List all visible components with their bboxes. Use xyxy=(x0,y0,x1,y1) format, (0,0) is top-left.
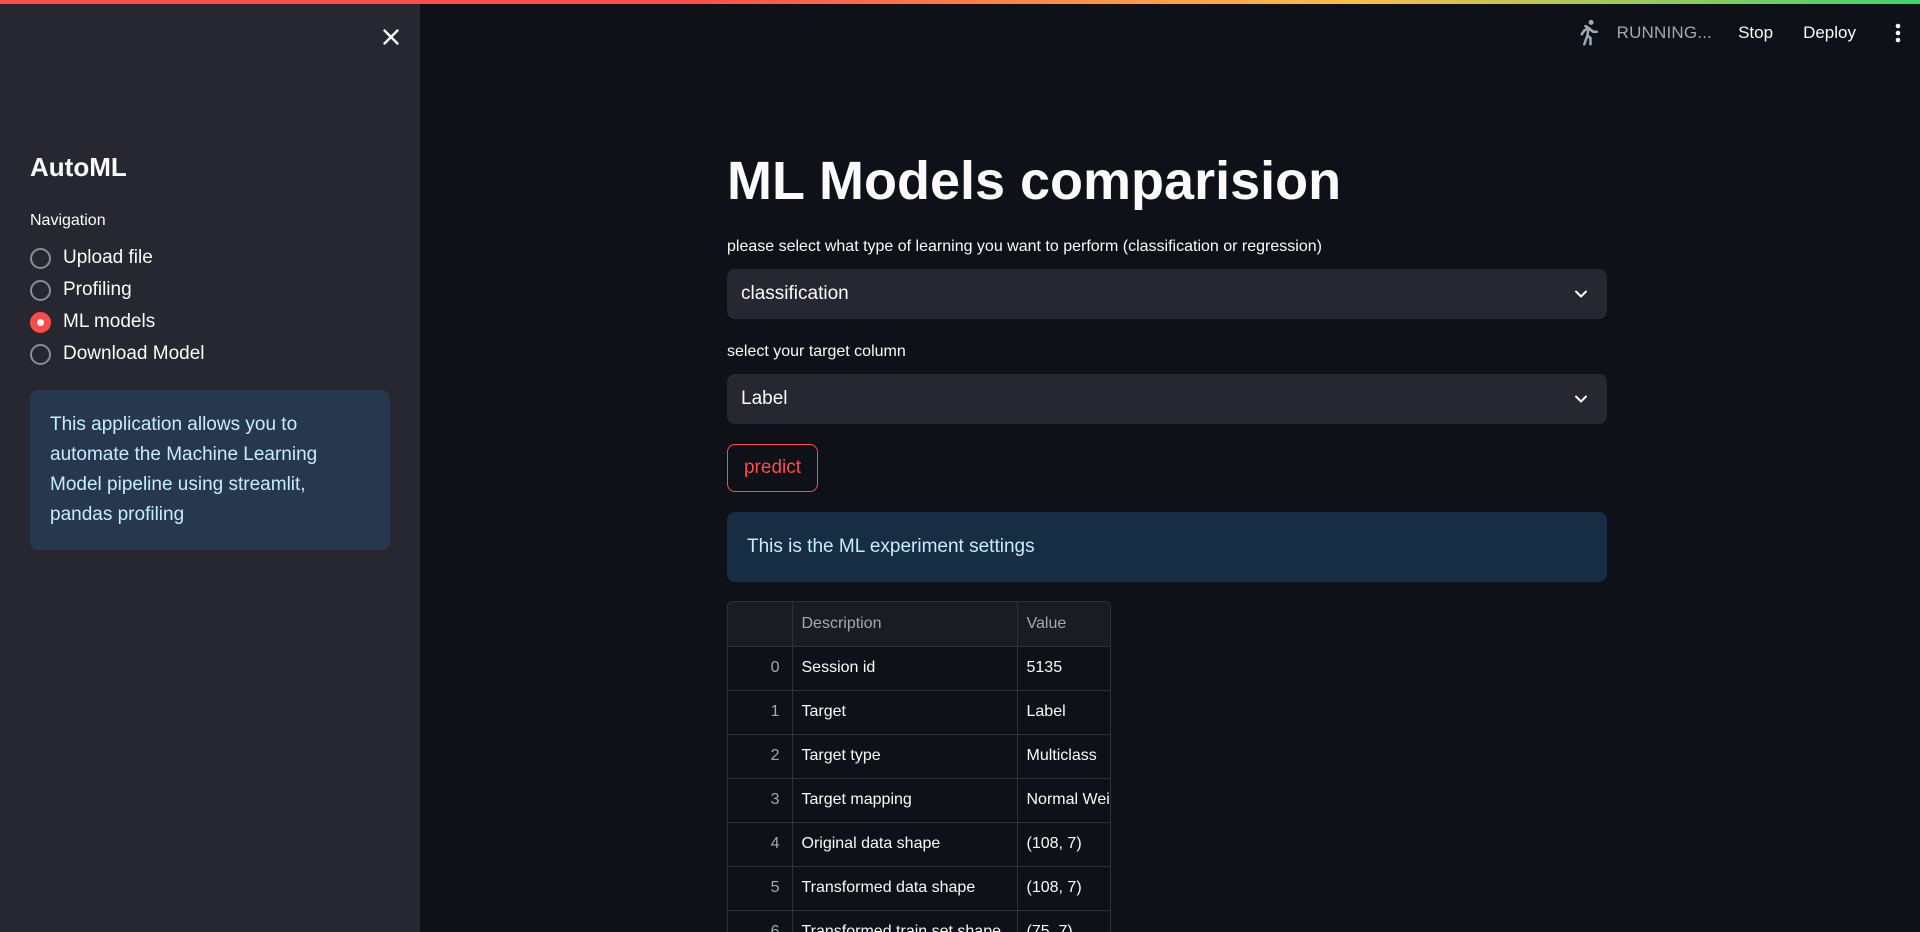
cell-description[interactable]: Target mapping xyxy=(792,778,1018,823)
cell-value[interactable]: Multiclass xyxy=(1017,734,1110,779)
app-title: AutoML xyxy=(30,152,127,182)
row-index[interactable]: 2 xyxy=(728,734,793,779)
sidebar: AutoML Navigation Upload file Profiling … xyxy=(0,0,420,932)
experiment-settings-info: This is the ML experiment settings xyxy=(727,512,1607,582)
row-index[interactable]: 3 xyxy=(728,778,793,823)
running-man-icon xyxy=(1580,19,1598,46)
cell-description[interactable]: Original data shape xyxy=(792,822,1018,867)
table-row: 6 Transformed train set shape (75, 7) xyxy=(728,910,1110,932)
learning-type-value: classification xyxy=(741,283,849,304)
settings-dataframe[interactable]: Description Value 0 Session id 5135 1 Ta… xyxy=(727,601,1111,932)
nav-item-label: ML models xyxy=(63,311,156,332)
radio-button[interactable] xyxy=(30,343,51,365)
target-column-select[interactable]: Label xyxy=(727,374,1607,424)
cell-description[interactable]: Transformed data shape xyxy=(792,866,1018,911)
table-header-row: Description Value xyxy=(728,602,1110,647)
row-index[interactable]: 6 xyxy=(728,910,793,932)
navigation-label: Navigation xyxy=(30,212,106,229)
table-row: 1 Target Label xyxy=(728,690,1110,735)
main-menu-button[interactable] xyxy=(1886,18,1910,48)
table-row: 3 Target mapping Normal Wei xyxy=(728,778,1110,823)
close-sidebar-button[interactable] xyxy=(378,24,404,50)
radio-button[interactable] xyxy=(30,247,51,269)
radio-button[interactable] xyxy=(30,279,51,301)
cell-description[interactable]: Target xyxy=(792,690,1018,735)
target-column-value: Label xyxy=(741,388,788,409)
target-column-label: select your target column xyxy=(727,343,906,360)
nav-item-upload-file[interactable]: Upload file xyxy=(30,242,205,274)
cell-description[interactable]: Target type xyxy=(792,734,1018,779)
close-icon xyxy=(383,29,399,45)
row-index[interactable]: 0 xyxy=(728,646,793,691)
table-row: 4 Original data shape (108, 7) xyxy=(728,822,1110,867)
navigation-radio-group: Upload file Profiling ML models Download… xyxy=(30,242,205,370)
nav-item-label: Upload file xyxy=(63,247,153,268)
app-header-toolbar: RUNNING... Stop Deploy xyxy=(1573,14,1920,52)
nav-item-ml-models[interactable]: ML models xyxy=(30,306,205,338)
nav-item-label: Profiling xyxy=(63,279,132,300)
cell-value[interactable]: (75, 7) xyxy=(1017,910,1110,932)
cell-value[interactable]: Label xyxy=(1017,690,1110,735)
stop-button[interactable]: Stop xyxy=(1738,23,1773,43)
row-index[interactable]: 5 xyxy=(728,866,793,911)
cell-value[interactable]: 5135 xyxy=(1017,646,1110,691)
index-header[interactable] xyxy=(728,602,793,647)
cell-value[interactable]: (108, 7) xyxy=(1017,822,1110,867)
table-row: 2 Target type Multiclass xyxy=(728,734,1110,779)
cell-value[interactable]: Normal Wei xyxy=(1017,778,1110,823)
chevron-down-icon xyxy=(1575,290,1587,298)
page-title: ML Models comparision xyxy=(727,151,1342,211)
cell-description[interactable]: Session id xyxy=(792,646,1018,691)
sidebar-info-box: This application allows you to automate … xyxy=(30,390,390,550)
nav-item-label: Download Model xyxy=(63,343,205,364)
deploy-button[interactable]: Deploy xyxy=(1803,23,1856,43)
value-header[interactable]: Value xyxy=(1017,602,1110,647)
nav-item-profiling[interactable]: Profiling xyxy=(30,274,205,306)
cell-value[interactable]: (108, 7) xyxy=(1017,866,1110,911)
nav-item-download-model[interactable]: Download Model xyxy=(30,338,205,370)
cell-description[interactable]: Transformed train set shape xyxy=(792,910,1018,932)
learning-type-select[interactable]: classification xyxy=(727,269,1607,319)
kebab-menu-icon xyxy=(1895,23,1901,43)
top-decoration-line xyxy=(0,0,1920,4)
description-header[interactable]: Description xyxy=(792,602,1018,647)
row-index[interactable]: 1 xyxy=(728,690,793,735)
predict-button[interactable]: predict xyxy=(727,444,818,492)
running-status: RUNNING... xyxy=(1616,23,1713,42)
learning-type-label: please select what type of learning you … xyxy=(727,238,1322,255)
chevron-down-icon xyxy=(1575,395,1587,403)
table-row: 0 Session id 5135 xyxy=(728,646,1110,691)
table-row: 5 Transformed data shape (108, 7) xyxy=(728,866,1110,911)
row-index[interactable]: 4 xyxy=(728,822,793,867)
radio-button-selected[interactable] xyxy=(30,311,51,333)
